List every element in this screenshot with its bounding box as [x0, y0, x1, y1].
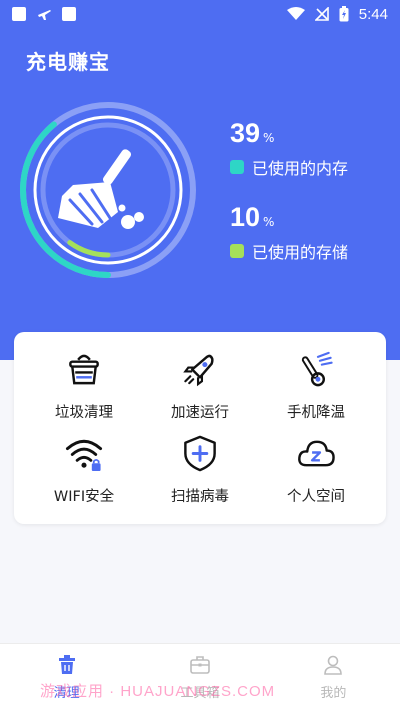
tool-phone-cooling[interactable]: 手机降温 [254, 338, 378, 422]
tool-label: 垃圾清理 [55, 405, 113, 421]
shield-plus-icon [184, 435, 216, 472]
user-icon [324, 655, 343, 675]
tool-label: WIFI安全 [53, 489, 115, 505]
wifi-icon [286, 7, 305, 20]
status-bar: 5:44 [0, 0, 400, 28]
cloud-icon [298, 440, 335, 467]
memory-percent-unit: % [263, 131, 275, 145]
thermometer-icon [301, 351, 333, 387]
clock-time: 5:44 [358, 5, 388, 23]
storage-percent-value: 10 [230, 202, 261, 232]
tool-label: 扫描病毒 [171, 489, 229, 505]
tool-virus-scan[interactable]: 扫描病毒 [138, 422, 262, 506]
storage-stat: 10% 已使用的存储 [230, 202, 348, 263]
memory-label: 已使用的内存 [252, 159, 349, 178]
airplane-mode-icon [38, 10, 51, 20]
tool-junk-clean[interactable]: 垃圾清理 [22, 338, 146, 422]
trash-icon [58, 655, 75, 674]
tool-label: 加速运行 [171, 405, 229, 421]
tool-speed-up[interactable]: 加速运行 [138, 338, 262, 422]
tools-card: 垃圾清理 加速运行 手机降温 WIFI安全 扫描病毒 个人空间 [14, 332, 386, 524]
battery-charging-icon [339, 6, 349, 22]
no-sim-icon [314, 7, 329, 21]
tool-label: 个人空间 [287, 489, 345, 505]
app-title: 充电赚宝 [26, 50, 110, 74]
rocket-icon [183, 354, 214, 387]
storage-percent-unit: % [263, 215, 275, 229]
broom-icon [58, 149, 144, 229]
notification-square-icon [12, 7, 26, 21]
tool-wifi-security[interactable]: WIFI安全 [22, 422, 146, 506]
memory-percent-value: 39 [230, 118, 261, 148]
memory-stat: 39% 已使用的内存 [230, 118, 348, 179]
notification-square-icon [62, 7, 76, 21]
tool-label: 手机降温 [287, 405, 345, 421]
trash-basket-icon [69, 354, 99, 385]
storage-legend-swatch [230, 244, 244, 258]
watermark-text: 游戏应用 · HUAJUANGZS.COM [40, 683, 276, 700]
memory-legend-swatch [230, 160, 244, 174]
usage-gauge[interactable] [18, 100, 198, 280]
storage-label: 已使用的存储 [252, 243, 349, 262]
tool-personal-space[interactable]: 个人空间 [254, 422, 378, 506]
toolbox-icon [190, 656, 210, 674]
wifi-lock-icon [65, 439, 103, 472]
